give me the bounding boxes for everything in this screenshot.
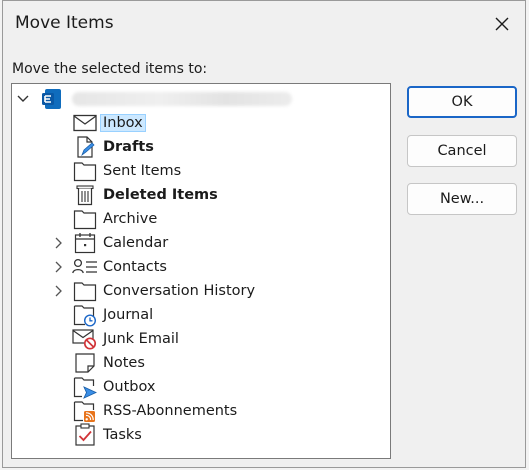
tasks-icon <box>72 423 98 447</box>
new-folder-button[interactable]: New... <box>407 183 517 215</box>
folder-label: Journal <box>103 307 154 323</box>
folder-item-conversation-history[interactable]: Conversation History <box>72 279 258 303</box>
chevron-down-icon <box>17 95 29 102</box>
folder-item-rss[interactable]: RSS-Abonnements <box>72 399 240 423</box>
folder-icon <box>72 159 98 183</box>
folder-item-calendar[interactable]: Calendar <box>72 231 171 255</box>
rss-folder-icon <box>72 399 98 423</box>
close-icon <box>495 17 509 31</box>
folder-label: Drafts <box>103 139 154 155</box>
chevron-right-icon <box>55 261 62 273</box>
account-row[interactable] <box>16 87 292 111</box>
folder-label: Inbox <box>100 114 146 132</box>
journal-clock-icon <box>72 303 98 327</box>
dialog-title: Move Items <box>15 13 114 33</box>
folder-item-tasks[interactable]: Tasks <box>72 423 145 447</box>
folder-label: Notes <box>103 355 145 371</box>
folder-label: Conversation History <box>103 283 256 299</box>
draft-pencil-icon <box>72 135 98 159</box>
folder-item-deleted[interactable]: Deleted Items <box>72 183 221 207</box>
folder-label: Archive <box>103 211 158 227</box>
folder-item-archive[interactable]: Archive <box>72 207 160 231</box>
folder-item-journal[interactable]: Journal <box>72 303 156 327</box>
folder-item-drafts[interactable]: Drafts <box>72 135 157 159</box>
folder-label: Tasks <box>103 427 142 443</box>
chevron-right-icon <box>55 237 62 249</box>
expand-chevron-calendar[interactable] <box>52 231 66 255</box>
expand-chevron-contacts[interactable] <box>52 255 66 279</box>
folder-label: RSS-Abonnements <box>103 403 238 419</box>
collapse-chevron[interactable] <box>16 87 30 111</box>
folder-item-outbox[interactable]: Outbox <box>72 375 159 399</box>
title-bar: Move Items <box>3 1 525 47</box>
exchange-account-icon <box>42 89 61 109</box>
account-name <box>72 92 292 106</box>
junk-email-icon <box>72 327 98 351</box>
folder-label: Junk Email <box>103 331 179 347</box>
ok-button[interactable]: OK <box>407 86 517 118</box>
folder-label: Deleted Items <box>103 187 218 203</box>
close-button[interactable] <box>485 7 519 41</box>
folder-label: Outbox <box>103 379 156 395</box>
chevron-right-icon <box>55 285 62 297</box>
outbox-icon <box>72 375 98 399</box>
folder-item-notes[interactable]: Notes <box>72 351 148 375</box>
contacts-icon <box>72 255 98 279</box>
folder-label: Calendar <box>103 235 169 251</box>
folder-icon <box>72 279 98 303</box>
folder-item-sent[interactable]: Sent Items <box>72 159 184 183</box>
cancel-button[interactable]: Cancel <box>407 135 517 167</box>
move-items-dialog: Move Items Move the selected items to: I… <box>2 0 526 468</box>
folder-item-contacts[interactable]: Contacts <box>72 255 170 279</box>
envelope-icon <box>72 111 98 135</box>
folder-tree[interactable]: Inbox Drafts Sent Items Deleted Items Ar… <box>11 83 391 459</box>
note-icon <box>72 351 98 375</box>
folder-item-junk-email[interactable]: Junk Email <box>72 327 182 351</box>
calendar-icon <box>72 231 98 255</box>
folder-icon <box>72 207 98 231</box>
folder-item-inbox[interactable]: Inbox <box>72 111 146 135</box>
folder-label: Contacts <box>103 259 167 275</box>
move-prompt-label: Move the selected items to: <box>12 61 208 77</box>
folder-label: Sent Items <box>103 163 182 179</box>
expand-chevron-conversation-history[interactable] <box>52 279 66 303</box>
trash-icon <box>72 183 98 207</box>
